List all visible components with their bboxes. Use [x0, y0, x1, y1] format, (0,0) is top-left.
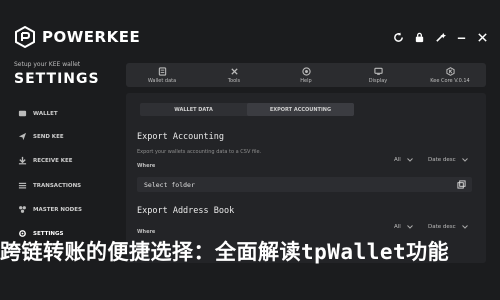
section-description: Export your wallets accounting data to a… [137, 149, 262, 155]
settings-tabbar: Wallet data Tools Help Display Kee Core … [126, 63, 486, 87]
sort-select[interactable]: Date desc [428, 157, 468, 163]
tab-display[interactable]: Display [342, 63, 414, 87]
transactions-icon [18, 182, 27, 189]
tab-label: Help [300, 77, 312, 84]
select-folder-field[interactable]: Select folder [137, 177, 472, 192]
sidebar-item-send-kee[interactable]: SEND KEE [18, 132, 64, 141]
sidebar-item-label: TRANSACTIONS [33, 182, 82, 189]
sidebar-item-receive-kee[interactable]: RECEIVE KEE [18, 156, 73, 165]
minimize-icon[interactable] [456, 32, 467, 43]
sort-select-value: Date desc [428, 157, 456, 163]
brand-name: POWERKEE [42, 28, 141, 46]
filter-select-value: All [394, 157, 401, 163]
tab-tools[interactable]: Tools [198, 63, 270, 87]
segment-wallet-data[interactable]: WALLET DATA [140, 103, 247, 116]
sidebar-item-label: WALLET [33, 110, 58, 117]
chevron-down-icon [461, 158, 468, 162]
section-title: Export Address Book [137, 206, 235, 216]
help-icon [301, 66, 311, 76]
sidebar-item-label: SEND KEE [33, 133, 64, 140]
filter-select[interactable]: All [394, 157, 413, 163]
sort-select[interactable]: Date desc [428, 224, 468, 230]
tab-help[interactable]: Help [270, 63, 342, 87]
magic-wand-icon[interactable] [435, 32, 446, 43]
where-label: Where [137, 229, 156, 235]
overlay-headline: 跨链转账的便捷选择：全面解读tpWallet功能 [0, 240, 450, 264]
tab-kee-core[interactable]: Kee Core V.0.14 [414, 63, 486, 87]
copy-icon[interactable] [457, 180, 466, 189]
brand-logo: POWERKEE [14, 26, 140, 48]
receive-icon [18, 156, 27, 165]
sidebar-item-label: RECEIVE KEE [33, 157, 73, 164]
chevron-down-icon [406, 225, 413, 229]
sidebar-item-wallet[interactable]: WALLET [18, 109, 58, 118]
settings-title: SETTINGS [14, 71, 100, 87]
refresh-icon[interactable] [393, 32, 404, 43]
where-label: Where [137, 163, 156, 169]
close-icon[interactable] [477, 32, 488, 43]
tab-wallet-data[interactable]: Wallet data [126, 63, 198, 87]
sidebar-item-label: MASTER NODES [33, 206, 82, 213]
kee-core-icon [445, 66, 455, 76]
lock-icon[interactable] [414, 32, 425, 43]
tab-label: Tools [227, 77, 241, 84]
sort-select-value: Date desc [428, 224, 456, 230]
chevron-down-icon [461, 225, 468, 229]
tab-label: Display [368, 77, 388, 84]
sidebar-item-transactions[interactable]: TRANSACTIONS [18, 181, 81, 190]
wallet-data-icon [158, 66, 166, 76]
sidebar-item-master-nodes[interactable]: MASTER NODES [18, 205, 82, 214]
filter-select[interactable]: All [394, 224, 413, 230]
filter-select-value: All [394, 224, 401, 230]
tab-label: Wallet data [147, 77, 177, 84]
display-icon [373, 67, 383, 75]
tab-label: Kee Core V.0.14 [430, 77, 470, 84]
segment-export-accounting[interactable]: EXPORT ACCOUNTING [247, 103, 354, 116]
folder-field-text: Select folder [144, 181, 195, 189]
settings-subtitle: Setup your KEE wallet [14, 61, 81, 68]
powerkee-logo-icon [15, 26, 35, 48]
tools-icon [230, 67, 238, 75]
chevron-down-icon [406, 158, 413, 162]
segment-control: WALLET DATA EXPORT ACCOUNTING [140, 103, 354, 116]
wallet-icon [18, 110, 27, 117]
window-toolbar [393, 32, 488, 43]
section-title: Export Accounting [137, 132, 224, 142]
masternodes-icon [19, 206, 26, 213]
send-icon [18, 132, 27, 141]
